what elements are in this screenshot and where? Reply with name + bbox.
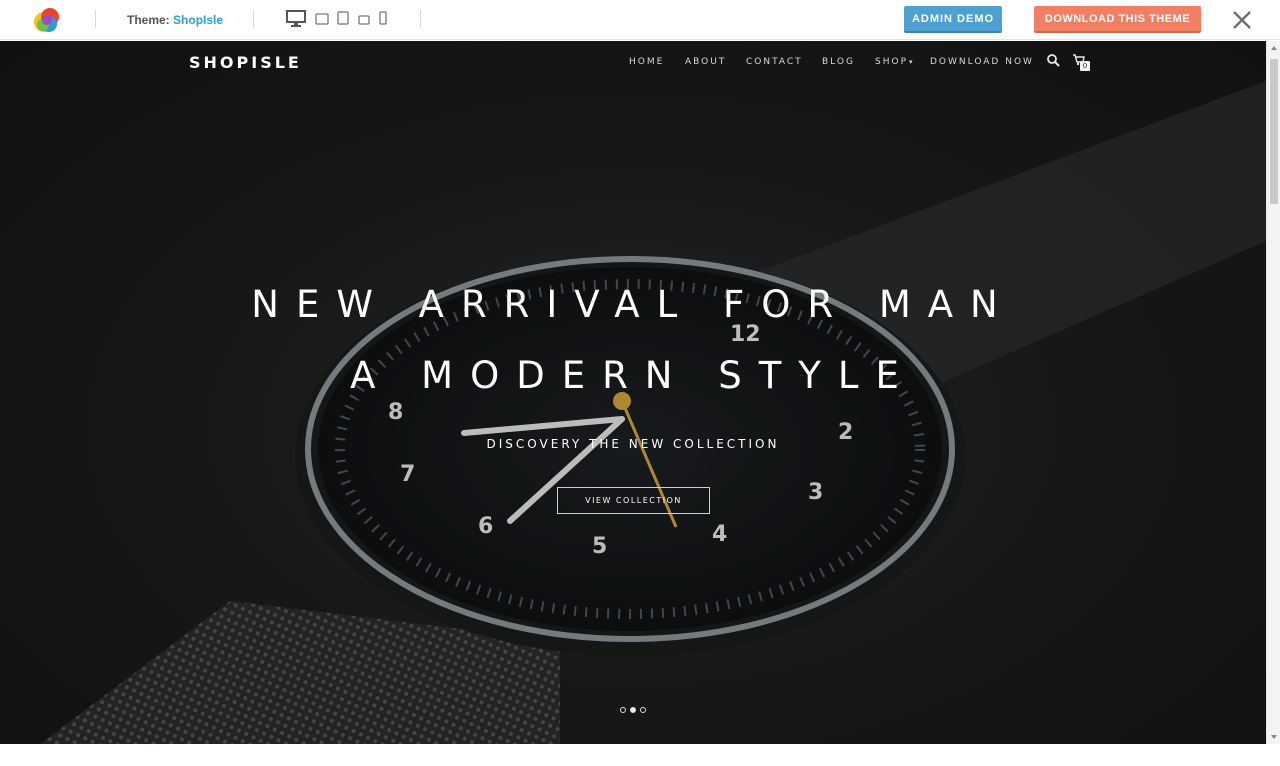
divider — [253, 10, 254, 28]
download-theme-button[interactable]: DOWNLOAD THIS THEME — [1034, 6, 1201, 33]
site-logo[interactable]: SHOPISLE — [189, 53, 302, 72]
nav-blog[interactable]: BLOG — [822, 57, 855, 67]
desktop-icon[interactable] — [286, 10, 306, 27]
hero-slider: 876 543 2 12 SHOPISLE HOME ABOUT CONTACT … — [0, 41, 1266, 744]
scroll-down-icon[interactable] — [1271, 735, 1277, 739]
tablet-landscape-icon[interactable] — [358, 15, 370, 25]
theme-label: Theme: — [127, 13, 170, 27]
scroll-up-icon[interactable] — [1271, 46, 1277, 50]
theme-info: Theme: ShopIsle — [127, 13, 223, 27]
tablet-icon[interactable] — [337, 11, 349, 25]
close-icon[interactable] — [1231, 9, 1253, 31]
nav-shop-label: SHOP — [875, 57, 908, 67]
theme-name[interactable]: ShopIsle — [173, 13, 223, 27]
search-icon[interactable] — [1047, 54, 1060, 72]
hero-subheadline: DISCOVERY THE NEW COLLECTION — [486, 437, 780, 451]
logo-icon[interactable] — [32, 5, 62, 35]
slide-dot[interactable] — [620, 707, 626, 713]
vertical-scrollbar[interactable] — [1266, 41, 1280, 744]
nav-home[interactable]: HOME — [629, 57, 664, 67]
slide-dot[interactable] — [640, 707, 646, 713]
hero-headline-2: A MODERN STYLE — [350, 354, 916, 397]
view-collection-button[interactable]: VIEW COLLECTION — [557, 487, 710, 514]
cart-count-badge: 0 — [1080, 61, 1090, 71]
divider — [420, 10, 421, 28]
nav-contact[interactable]: CONTACT — [746, 57, 803, 67]
slide-dot-active[interactable] — [630, 707, 636, 713]
preview-toolbar: Theme: ShopIsle ADMIN DEMO DOWNLOAD THIS… — [0, 0, 1280, 40]
nav-about[interactable]: ABOUT — [685, 57, 726, 67]
caret-down-icon: ▾ — [909, 58, 915, 66]
divider — [95, 10, 96, 28]
hero-headline-1: NEW ARRIVAL FOR MAN — [251, 283, 1015, 326]
scrollbar-thumb[interactable] — [1270, 59, 1278, 204]
nav-download-now[interactable]: DOWNLOAD NOW — [930, 57, 1034, 67]
phone-icon[interactable] — [379, 11, 387, 25]
page-bottom — [0, 744, 1280, 766]
laptop-icon[interactable] — [315, 13, 329, 25]
nav-shop[interactable]: SHOP▾ — [875, 57, 915, 67]
admin-demo-button[interactable]: ADMIN DEMO — [904, 6, 1002, 33]
